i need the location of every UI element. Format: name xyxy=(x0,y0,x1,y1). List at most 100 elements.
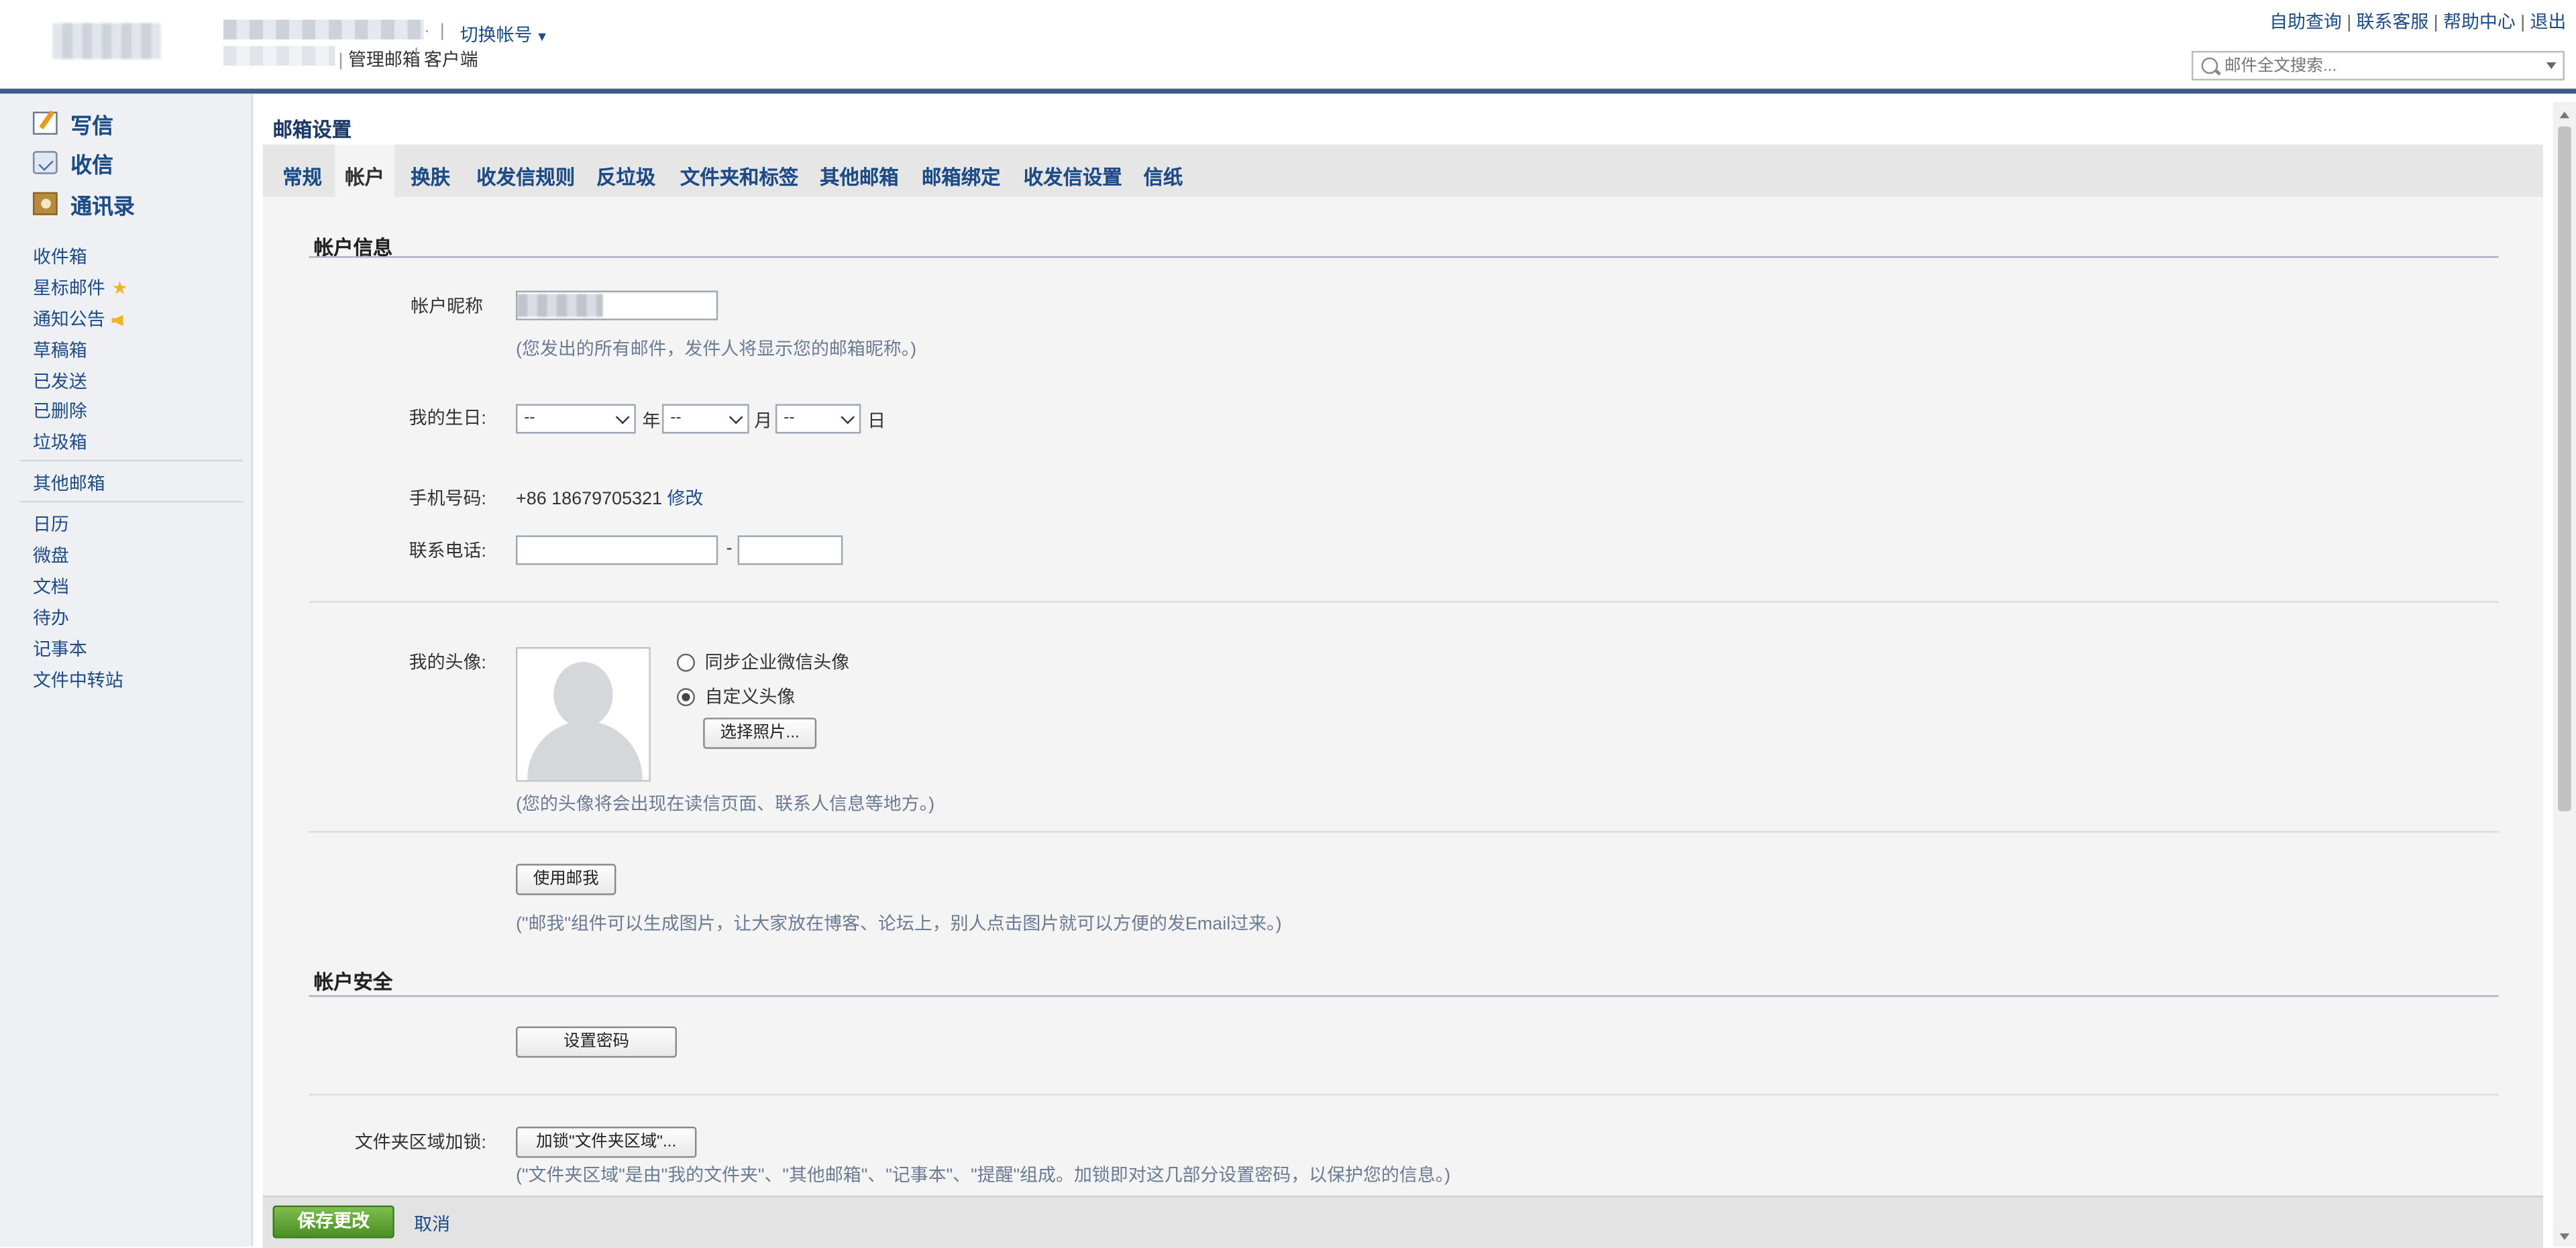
contacts-book-icon xyxy=(32,192,58,215)
contacts-button[interactable]: 通讯录 xyxy=(32,187,135,220)
tab-stationery[interactable]: 信纸 xyxy=(1134,145,1193,197)
avatar-custom-option[interactable]: 自定义头像 xyxy=(676,683,795,710)
tel-area-field[interactable] xyxy=(515,535,718,565)
top-right-links: 自助查询 | 联系客服 | 帮助中心 | 退出 xyxy=(2269,13,2567,33)
tab-mail-rules[interactable]: 收发信规则 xyxy=(467,145,585,197)
year-unit: 年 xyxy=(642,412,661,433)
mobile-number: +86 18679705321 修改 xyxy=(515,489,704,510)
scroll-up-icon[interactable] xyxy=(2559,111,2570,119)
choose-photo-button[interactable]: 选择照片... xyxy=(703,718,817,749)
tab-mailbox-binding[interactable]: 邮箱绑定 xyxy=(912,145,1010,197)
birthday-label: 我的生日: xyxy=(409,408,486,429)
set-password-button[interactable]: 设置密码 xyxy=(515,1026,677,1058)
avatar-label: 我的头像: xyxy=(409,653,486,674)
app-notes[interactable]: 记事本 xyxy=(33,636,87,662)
folder-starred[interactable]: 星标邮件 ★ xyxy=(33,274,128,300)
sidebar-divider xyxy=(19,459,244,462)
compose-button[interactable]: 写信 xyxy=(32,107,114,139)
other-mailbox-link[interactable]: 其他邮箱 xyxy=(33,469,105,496)
chevron-down-icon: ▼ xyxy=(535,30,549,45)
settings-panel: 邮箱设置 常规 帐户 换肤 收发信规则 反垃圾 文件夹和标签 其他邮箱 邮箱绑定… xyxy=(262,101,2544,1248)
account-security-heading: 帐户安全 xyxy=(313,970,393,994)
tab-other-mailbox[interactable]: 其他邮箱 xyxy=(810,145,908,197)
folder-lock-button[interactable]: 加锁"文件夹区域"... xyxy=(515,1127,697,1158)
use-mailme-button[interactable]: 使用邮我 xyxy=(515,864,616,895)
sidebar-divider xyxy=(19,500,244,503)
chevron-down-icon xyxy=(729,410,743,424)
account-subline-redacted xyxy=(223,46,335,66)
mail-search-box[interactable] xyxy=(2191,50,2565,81)
tab-folders-labels[interactable]: 文件夹和标签 xyxy=(670,145,808,197)
tab-skin[interactable]: 换肤 xyxy=(401,145,460,197)
speaker-icon xyxy=(111,315,123,327)
folder-lock-hint: ("文件夹区域"是由"我的文件夹"、"其他邮箱"、"记事本"、"提醒"组成。加锁… xyxy=(515,1166,1451,1186)
scroll-down-icon[interactable] xyxy=(2559,1233,2570,1240)
section-divider xyxy=(309,256,2499,258)
app-todo[interactable]: 待办 xyxy=(33,604,69,630)
top-header: · | 切换帐号 ▼ | 管理邮箱 | 客户端 自助查询 | 联系客服 | 帮助中心 | 退出 xyxy=(0,0,2576,89)
header-separator: · | xyxy=(423,21,445,42)
contacts-label: 通讯录 xyxy=(70,192,135,218)
chevron-down-icon xyxy=(841,410,855,424)
tab-send-receive-settings[interactable]: 收发信设置 xyxy=(1014,145,1132,197)
receive-label: 收信 xyxy=(70,152,114,177)
client-link[interactable]: 客户端 xyxy=(424,46,478,72)
avatar-sync-option[interactable]: 同步企业微信头像 xyxy=(676,648,849,675)
section-divider xyxy=(309,601,2499,603)
header-divider-bar xyxy=(0,89,2576,94)
save-changes-button[interactable]: 保存更改 xyxy=(272,1205,394,1239)
admin-mail-link[interactable]: | 管理邮箱 xyxy=(338,46,420,72)
radio-button-selected[interactable] xyxy=(676,687,695,705)
radio-button[interactable] xyxy=(676,653,695,671)
app-docs[interactable]: 文档 xyxy=(33,573,69,600)
folder-deleted[interactable]: 已删除 xyxy=(33,398,87,424)
nickname-hint: (您发出的所有邮件，发件人将显示您的邮箱昵称。) xyxy=(515,339,917,360)
birthday-day-select[interactable]: -- xyxy=(775,404,861,434)
birthday-month-select[interactable]: -- xyxy=(661,404,749,434)
vertical-scrollbar[interactable] xyxy=(2553,101,2576,1247)
modify-mobile-link[interactable]: 修改 xyxy=(667,490,703,509)
mailme-hint: ("邮我"组件可以生成图片，让大家放在博客、论坛上，别人点击图片就可以方便的发E… xyxy=(515,915,1282,935)
folder-lock-label: 文件夹区域加锁: xyxy=(354,1133,486,1153)
cancel-link[interactable]: 取消 xyxy=(414,1210,450,1237)
inbox-tray-icon xyxy=(32,151,58,174)
folder-inbox[interactable]: 收件箱 xyxy=(33,243,87,269)
folder-announcements[interactable]: 通知公告 xyxy=(33,306,123,332)
avatar xyxy=(515,646,651,782)
account-settings-content: 帐户信息 帐户昵称 (您发出的所有邮件，发件人将显示您的邮箱昵称。) 我的生日:… xyxy=(262,196,2544,1196)
self-service-link[interactable]: 自助查询 xyxy=(2269,13,2342,33)
compose-label: 写信 xyxy=(70,112,114,137)
app-file-transfer[interactable]: 文件中转站 xyxy=(33,667,123,693)
receive-button[interactable]: 收信 xyxy=(32,146,114,179)
app-calendar[interactable]: 日历 xyxy=(33,511,69,537)
tab-anti-spam[interactable]: 反垃圾 xyxy=(586,145,665,197)
avatar-placeholder-icon xyxy=(553,661,613,728)
mail-search-input[interactable] xyxy=(2224,54,2537,78)
mobile-label: 手机号码: xyxy=(409,489,486,510)
chevron-down-icon xyxy=(615,410,630,424)
contact-support-link[interactable]: 联系客服 xyxy=(2357,13,2429,33)
tab-general[interactable]: 常规 xyxy=(273,145,332,197)
folder-sent[interactable]: 已发送 xyxy=(33,368,87,394)
birthday-year-select[interactable]: -- xyxy=(515,404,636,434)
nickname-value-redacted xyxy=(517,294,603,317)
company-logo xyxy=(52,23,162,60)
tab-account[interactable]: 帐户 xyxy=(335,144,394,197)
sidebar: 写信 收信 通讯录 收件箱 星标邮件 ★ 通知公告 草稿箱 已发送 已删除 垃圾箱… xyxy=(0,93,254,1247)
account-email-redacted xyxy=(223,19,424,40)
compose-icon xyxy=(32,111,58,135)
switch-account-link[interactable]: 切换帐号 ▼ xyxy=(460,21,549,48)
logout-link[interactable]: 退出 xyxy=(2530,13,2566,33)
app-drive[interactable]: 微盘 xyxy=(33,542,69,568)
header-sub-separator: | xyxy=(414,46,419,66)
scroll-thumb[interactable] xyxy=(2558,126,2571,811)
help-center-link[interactable]: 帮助中心 xyxy=(2443,13,2516,33)
folder-spam[interactable]: 垃圾箱 xyxy=(33,429,87,455)
page-title: 邮箱设置 xyxy=(272,118,352,141)
tel-number-field[interactable] xyxy=(737,535,843,565)
month-unit: 月 xyxy=(754,412,773,433)
folder-drafts[interactable]: 草稿箱 xyxy=(33,337,87,363)
search-dropdown-icon[interactable] xyxy=(2546,62,2557,69)
avatar-hint: (您的头像将会出现在读信页面、联系人信息等地方。) xyxy=(515,795,935,815)
footer-actions: 保存更改 取消 xyxy=(262,1195,2544,1248)
